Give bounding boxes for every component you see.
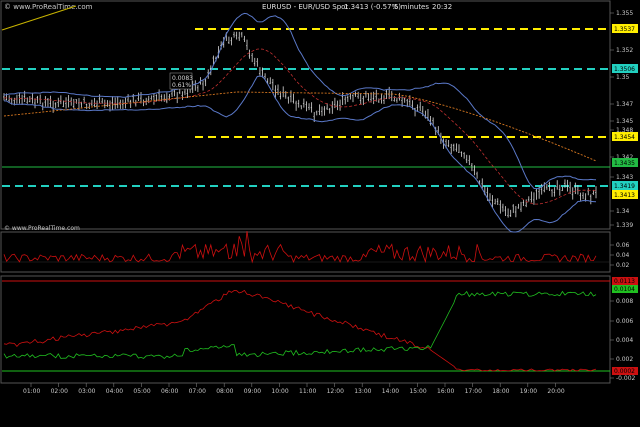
indicator2-red-line: [3, 289, 597, 372]
time-tick-label: 05:00: [133, 388, 150, 395]
time-tick-label: 02:00: [51, 388, 68, 395]
annotation-percent: 0.61%: [172, 82, 191, 89]
time-tick-label: 10:00: [271, 388, 288, 395]
price-level-label: 1.3419: [614, 183, 635, 190]
indicator2-panel-frame: [0, 275, 611, 384]
indicator1-series: [3, 230, 597, 264]
indicator2-value-label: 0.0104: [614, 286, 635, 293]
indicator2-tick-label: 0.008: [616, 298, 633, 305]
price-level-label: 1.3506: [614, 66, 635, 73]
moving-average-long: [3, 91, 597, 162]
time-axis: 01:00 02:00 03:00 04:00 05:00 06:00 07:00 08:00…: [23, 383, 565, 395]
time-tick-label: 13:00: [354, 388, 371, 395]
time-tick-label: 19:00: [520, 388, 537, 395]
indicator2-axis: 0.008 0.006 0.004 0.002 -0.002 0.01130.0104 0.…: [610, 277, 638, 382]
time-tick-label: 06:00: [161, 388, 178, 395]
indicator2-tick-label: -0.002: [616, 375, 636, 382]
indicator2-tick-label: 0.002: [616, 356, 633, 363]
price-panel-frame: [0, 0, 611, 230]
chart-title: EURUSD - EUR/USD Spot: [262, 3, 348, 11]
indicator1-axis: 0.06 0.04 0.02: [610, 242, 630, 269]
price-level-label: 1.3413: [614, 192, 635, 199]
price-tick-label: 1.345: [616, 118, 633, 125]
time-tick-label: 03:00: [78, 388, 95, 395]
chart-canvas[interactable]: © www.ProRealTime.com EURUSD - EUR/USD S…: [0, 0, 640, 427]
indicator1-tick-label: 0.02: [616, 262, 630, 269]
price-tick-label: 1.34: [616, 208, 630, 215]
time-tick-label: 20:00: [547, 388, 564, 395]
indicator2-tick-label: 0.004: [616, 337, 633, 344]
indicator2-green-line: [3, 290, 597, 360]
price-tick-label: 1.347: [616, 101, 633, 108]
time-tick-label: 04:00: [106, 388, 123, 395]
indicator1-line: [3, 230, 597, 264]
time-tick-label: 16:00: [437, 388, 454, 395]
price-tick-label: 1.352: [616, 47, 633, 54]
time-tick-label: 11:00: [299, 388, 316, 395]
price-level-label: 1.3537: [614, 26, 635, 33]
interval-label: 5 minutes: [394, 3, 429, 11]
time-label: 20:32: [432, 3, 452, 11]
time-tick-label: 12:00: [327, 388, 344, 395]
price-level-label: 1.3454: [614, 134, 635, 141]
indicator1-tick-label: 0.04: [616, 252, 630, 259]
price-series: [3, 12, 597, 233]
time-tick-label: 14:00: [382, 388, 399, 395]
price-tick-label: 1.355: [616, 10, 633, 17]
annotation-value: 0.0083: [172, 75, 193, 82]
watermark-bottom: © www.ProRealTime.com: [4, 225, 80, 232]
bollinger-lower: [3, 75, 597, 233]
time-tick-label: 01:00: [23, 388, 40, 395]
time-tick-label: 07:00: [189, 388, 206, 395]
price-level-label: 1.3435: [614, 160, 635, 167]
chart-window: © www.ProRealTime.com EURUSD - EUR/USD S…: [0, 0, 640, 427]
price-tick-label: 1.343: [616, 174, 633, 181]
time-tick-label: 17:00: [465, 388, 482, 395]
moving-average-short: [4, 48, 597, 205]
watermark-top: © www.ProRealTime.com: [4, 3, 93, 11]
indicator2-value-label: 0.0002: [614, 368, 635, 375]
price-tick-label: 1.35: [616, 74, 630, 81]
indicator1-panel-frame: [0, 231, 611, 273]
time-tick-label: 08:00: [216, 388, 233, 395]
time-tick-label: 09:00: [244, 388, 261, 395]
time-tick-label: 15:00: [409, 388, 426, 395]
indicator1-tick-label: 0.06: [616, 242, 630, 249]
bollinger-upper: [3, 12, 597, 190]
indicator2-tick-label: 0.006: [616, 318, 633, 325]
time-tick-label: 18:00: [492, 388, 509, 395]
indicator2-value-label: 0.0113: [614, 278, 635, 285]
price-tick-label: 1.339: [616, 222, 633, 229]
indicator2-series: [3, 289, 597, 372]
price-change: 1.3413 (-0.57%): [344, 3, 401, 11]
